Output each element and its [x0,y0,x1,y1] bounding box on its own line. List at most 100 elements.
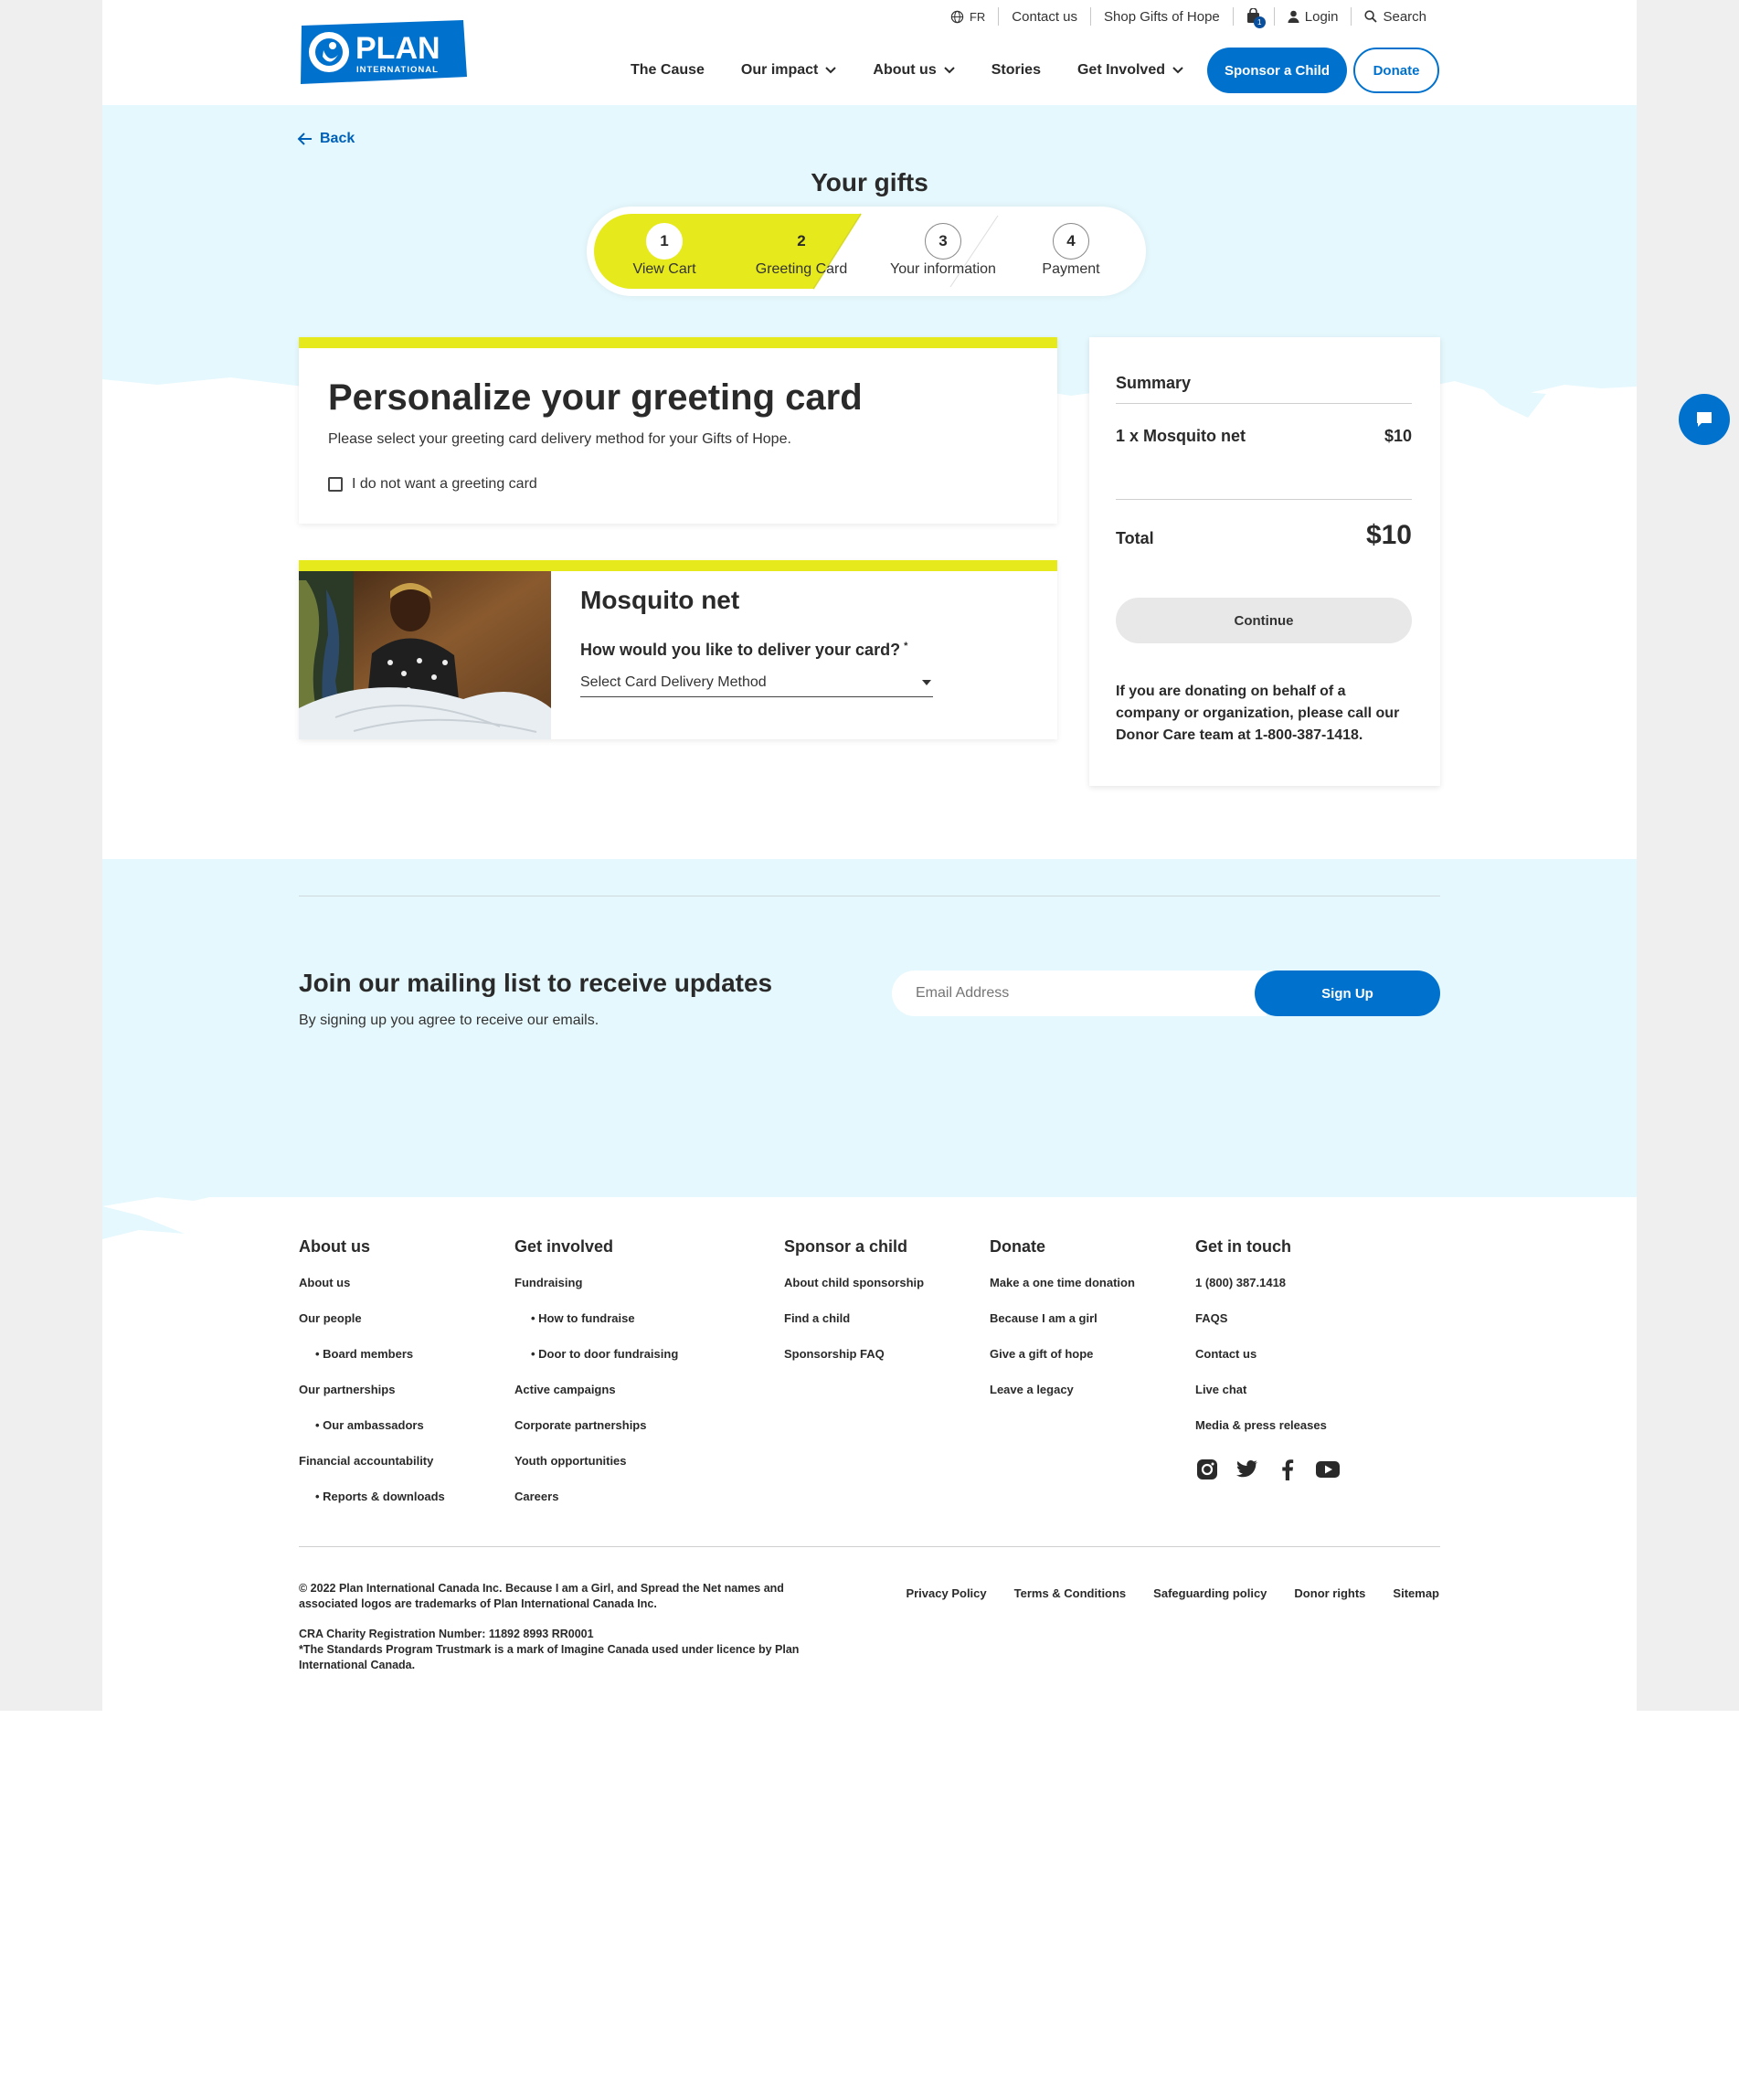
footer-link[interactable]: Our people [299,1311,445,1347]
step-number: 2 [783,223,820,260]
footer-link[interactable]: Find a child [784,1311,924,1347]
footer-link[interactable]: • Our ambassadors [299,1418,445,1454]
plan-logo[interactable]: PLAN INTERNATIONAL [299,20,467,84]
footer-link[interactable]: Sponsorship FAQ [784,1347,924,1383]
donate-button[interactable]: Donate [1353,48,1439,93]
continue-button[interactable]: Continue [1116,598,1412,643]
arrow-left-icon [297,133,312,145]
footer-link[interactable]: • Reports & downloads [299,1490,445,1525]
step-label: View Cart [632,261,696,277]
login-link[interactable]: Login [1275,6,1352,27]
gift-photo [299,571,551,739]
email-input[interactable] [892,970,1267,1016]
privacy-policy-link[interactable]: Privacy Policy [906,1586,986,1600]
footer-link[interactable]: Give a gift of hope [990,1347,1135,1383]
footer-link[interactable]: • Door to door fundraising [514,1347,678,1383]
footer-link[interactable]: Our partnerships [299,1383,445,1418]
required-mark: * [904,641,908,652]
step-payment[interactable]: 4 Payment [1025,207,1117,296]
footer-link[interactable]: Active campaigns [514,1383,678,1418]
legal-text: © 2022 Plan International Canada Inc. Be… [299,1581,829,1673]
nav-about-us[interactable]: About us [873,62,955,79]
footer-link[interactable]: Because I am a girl [990,1311,1135,1347]
footer-link[interactable]: Careers [514,1490,678,1525]
footer-link[interactable]: Make a one time donation [990,1276,1135,1311]
trustmark-note: *The Standards Program Trustmark is a ma… [299,1643,800,1671]
contact-link[interactable]: Contact us [999,6,1090,27]
chevron-down-icon [825,67,837,74]
mailing-subtext: By signing up you agree to receive our e… [299,1013,599,1028]
footer-col-about: About us About us Our people • Board mem… [299,1237,445,1525]
footer-link[interactable]: About child sponsorship [784,1276,924,1311]
summary-total: Total $10 [1116,520,1412,551]
caret-down-icon [922,679,931,685]
footer-col-involved: Get involved Fundraising • How to fundra… [514,1237,678,1525]
sitemap-link[interactable]: Sitemap [1393,1586,1439,1600]
live-chat-button[interactable] [1679,394,1730,445]
footer-link[interactable]: About us [299,1276,445,1311]
cart-button[interactable]: 1 [1234,6,1274,28]
footer-link[interactable]: Media & press releases [1195,1418,1340,1454]
footer-link[interactable]: Corporate partnerships [514,1418,678,1454]
footer-link[interactable]: FAQS [1195,1311,1340,1347]
footer-link[interactable]: Youth opportunities [514,1454,678,1490]
site-header: PLAN INTERNATIONAL FR Contact us Shop Gi… [102,0,1637,105]
facebook-icon[interactable] [1276,1458,1299,1481]
step-view-cart[interactable]: 1 View Cart [605,207,724,296]
step-number: 1 [646,223,683,260]
accent-bar [299,560,1057,571]
checkout-stepper: 1 View Cart 2 Greeting Card 3 Your infor… [587,207,1146,296]
instagram-icon[interactable] [1195,1458,1219,1481]
page: PLAN INTERNATIONAL FR Contact us Shop Gi… [102,0,1637,1711]
nav-the-cause[interactable]: The Cause [631,62,705,79]
footer-col-donate: Donate Make a one time donation Because … [990,1237,1135,1418]
card-delivery-select[interactable]: Select Card Delivery Method [580,668,933,697]
safeguarding-link[interactable]: Safeguarding policy [1153,1586,1267,1600]
utility-bar: FR Contact us Shop Gifts of Hope 1 Login [938,5,1439,28]
twitter-icon[interactable] [1235,1458,1259,1481]
footer-link[interactable]: Financial accountability [299,1454,445,1490]
user-icon [1288,10,1299,23]
footer-link[interactable]: • Board members [299,1347,445,1383]
step-number: 4 [1053,223,1089,260]
nav-our-impact[interactable]: Our impact [741,62,837,79]
line-item-price: $10 [1384,427,1412,445]
footer-link[interactable]: Fundraising [514,1276,678,1311]
cart-count-badge: 1 [1253,16,1266,28]
terms-link[interactable]: Terms & Conditions [1014,1586,1127,1600]
back-link[interactable]: Back [297,131,355,147]
logo-text-main: PLAN [355,31,440,66]
chevron-down-icon [944,67,955,74]
nav-stories[interactable]: Stories [991,62,1041,79]
summary-line-item: 1 x Mosquito net $10 [1116,427,1412,446]
select-placeholder: Select Card Delivery Method [580,673,767,690]
footer-link[interactable]: 1 (800) 387.1418 [1195,1276,1340,1311]
footer-link[interactable]: Leave a legacy [990,1383,1135,1418]
nav-get-involved[interactable]: Get Involved [1077,62,1183,79]
nav-label: The Cause [631,62,705,78]
sponsor-child-button[interactable]: Sponsor a Child [1207,48,1347,93]
footer-col-contact: Get in touch 1 (800) 387.1418 FAQS Conta… [1195,1237,1340,1481]
sign-up-button[interactable]: Sign Up [1255,970,1440,1016]
gift-name: Mosquito net [580,586,740,614]
checkbox-label: I do not want a greeting card [352,476,537,492]
step-label: Your information [890,261,996,277]
footer-link[interactable]: • How to fundraise [514,1311,678,1347]
footer-link[interactable]: Live chat [1195,1383,1340,1418]
no-greeting-card-checkbox[interactable]: I do not want a greeting card [328,476,537,493]
checkbox-box[interactable] [328,477,343,492]
footer-heading: Get in touch [1195,1237,1291,1256]
step-greeting-card[interactable]: 2 Greeting Card [742,207,861,296]
youtube-icon[interactable] [1316,1458,1340,1481]
footer-link[interactable]: Contact us [1195,1347,1340,1383]
step-your-information[interactable]: 3 Your information [870,207,1016,296]
donor-rights-link[interactable]: Donor rights [1294,1586,1365,1600]
delivery-question-text: How would you like to deliver your card? [580,641,901,659]
search-link[interactable]: Search [1352,6,1439,27]
logo-text-sub: INTERNATIONAL [356,65,439,75]
line-item-name: 1 x Mosquito net [1116,427,1246,445]
language-switch[interactable]: FR [938,6,998,27]
nav-label: Stories [991,62,1041,78]
greeting-intro: Please select your greeting card deliver… [328,431,791,447]
shop-gifts-link[interactable]: Shop Gifts of Hope [1091,6,1233,27]
